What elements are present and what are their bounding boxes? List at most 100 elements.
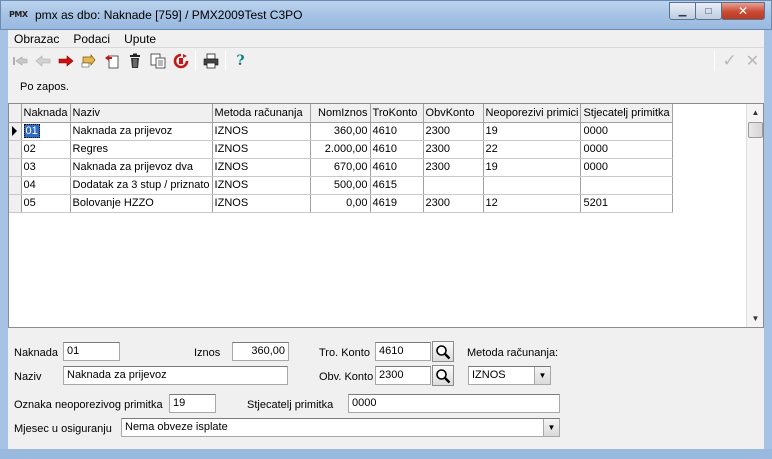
metoda-select[interactable]: IZNOS ▼ [468,366,551,385]
cell-obvkonto[interactable]: 2300 [423,158,484,177]
oznaka-field[interactable]: 19 [169,394,216,413]
cell-neoporezivi[interactable]: 22 [483,140,582,159]
obv-konto-search-icon[interactable] [432,365,454,386]
table-row[interactable]: 04 Dodatak za 3 stup / priznato IZNOS 50… [9,176,673,195]
cell-trokonto[interactable]: 4619 [370,194,424,213]
cell-naknada[interactable]: 05 [21,194,71,213]
cell-metoda[interactable]: IZNOS [212,158,311,177]
naziv-field[interactable]: Naknada za prijevoz [63,366,288,385]
obv-konto-field[interactable]: 2300 [375,366,431,385]
scroll-down-arrow-icon[interactable]: ▼ [747,310,763,327]
help-icon[interactable]: ? [229,50,252,72]
cell-metoda[interactable]: IZNOS [212,194,311,213]
naknada-field[interactable]: 01 [63,342,120,361]
cell-stjecatelj[interactable]: 5201 [580,194,673,213]
menu-obrazac[interactable]: Obrazac [8,32,66,46]
cell-nomiznos[interactable]: 500,00 [310,176,371,195]
cell-naziv[interactable]: Regres [70,140,213,159]
cell-naziv[interactable]: Naknada za prijevoz dva [70,158,213,177]
cell-metoda[interactable]: IZNOS [212,122,311,141]
cell-trokonto[interactable]: 4610 [370,158,424,177]
cell-naziv[interactable]: Bolovanje HZZO [70,194,213,213]
table-row[interactable]: 05 Bolovanje HZZO IZNOS 0,00 4619 2300 1… [9,194,673,213]
minimize-button[interactable]: ▁ [669,2,696,20]
col-header-naziv[interactable]: Naziv [70,104,213,123]
cell-metoda[interactable]: IZNOS [212,176,311,195]
cell-stjecatelj[interactable]: 0000 [580,158,673,177]
col-header-stjecatelj[interactable]: Stjecatelj primitka [580,104,673,123]
cell-naknada[interactable]: 01 [21,122,71,141]
close-button[interactable]: ✕ [721,2,765,20]
col-header-trokonto[interactable]: TroKonto [370,104,424,123]
metoda-select-value: IZNOS [472,369,506,381]
scroll-thumb[interactable] [748,122,763,138]
cell-metoda[interactable]: IZNOS [212,140,311,159]
window-frame-left [0,30,8,449]
new-icon[interactable] [100,50,123,72]
cell-trokonto[interactable]: 4610 [370,122,424,141]
col-header-neoporezivi[interactable]: Neoporezivi primici [483,104,582,123]
help-glyph: ? [236,53,245,69]
grid-vertical-scrollbar[interactable]: ▲ ▼ [746,104,763,327]
cell-neoporezivi[interactable]: 12 [483,194,582,213]
col-header-metoda[interactable]: Metoda računanja [212,104,311,123]
col-header-naknada[interactable]: Naknada [21,104,71,123]
cell-obvkonto[interactable]: 2300 [423,140,484,159]
stjecatelj-field[interactable]: 0000 [348,394,560,413]
chevron-down-icon[interactable]: ▼ [534,367,550,384]
maximize-button[interactable]: □ [695,2,722,20]
delete-icon[interactable] [123,50,146,72]
tro-konto-search-icon[interactable] [432,341,454,362]
cell-trokonto[interactable]: 4615 [370,176,424,195]
cell-nomiznos[interactable]: 360,00 [310,122,371,141]
iznos-field[interactable]: 360,00 [232,342,289,361]
scroll-up-arrow-icon[interactable]: ▲ [747,104,763,121]
cell-naknada[interactable]: 02 [21,140,71,159]
window-title: pmx as dbo: Naknade [759] / PMX2009Test … [35,8,303,22]
first-icon[interactable] [8,50,31,72]
cancel-icon[interactable]: ✕ [741,50,764,72]
prev-icon[interactable] [31,50,54,72]
cell-neoporezivi[interactable]: 19 [483,122,582,141]
copy-icon[interactable] [146,50,169,72]
cell-stjecatelj[interactable]: 0000 [580,122,673,141]
col-header-nomiznos[interactable]: NomIznos [310,104,371,123]
cell-naziv[interactable]: Dodatak za 3 stup / priznato [70,176,213,195]
tro-konto-field[interactable]: 4610 [375,342,431,361]
print-icon[interactable] [199,50,222,72]
table-row[interactable]: 02 Regres IZNOS 2.000,00 4610 2300 22 00… [9,140,673,159]
cell-obvkonto[interactable]: 2300 [423,122,484,141]
toolbar-separator [714,51,715,71]
table-row[interactable]: 01 Naknada za prijevoz IZNOS 360,00 4610… [9,122,673,141]
mjesec-select[interactable]: Nema obveze isplate ▼ [121,418,560,437]
cell-obvkonto[interactable] [423,176,484,195]
cell-neoporezivi[interactable]: 19 [483,158,582,177]
selected-cell-text: 01 [23,124,40,138]
col-header-obvkonto[interactable]: ObvKonto [423,104,484,123]
cell-naknada[interactable]: 03 [21,158,71,177]
menu-podaci[interactable]: Podaci [66,32,117,46]
refresh-icon[interactable] [169,50,192,72]
cell-obvkonto[interactable]: 2300 [423,194,484,213]
cell-stjecatelj[interactable]: 0000 [580,140,673,159]
tro-konto-label: Tro. Konto [319,347,370,359]
row-indicator-header [9,104,22,123]
cell-naknada[interactable]: 04 [21,176,71,195]
cell-nomiznos[interactable]: 2.000,00 [310,140,371,159]
cell-naziv[interactable]: Naknada za prijevoz [70,122,213,141]
chevron-down-icon[interactable]: ▼ [543,419,559,436]
cell-trokonto[interactable]: 4610 [370,140,424,159]
data-grid[interactable]: Naknada Naziv Metoda računanja NomIznos … [8,103,764,328]
cell-nomiznos[interactable]: 0,00 [310,194,371,213]
cell-neoporezivi[interactable] [483,176,582,195]
menu-upute[interactable]: Upute [117,32,163,46]
table-row[interactable]: 03 Naknada za prijevoz dva IZNOS 670,00 … [9,158,673,177]
iznos-label: Iznos [194,347,221,359]
cell-stjecatelj[interactable] [580,176,673,195]
last-icon[interactable] [77,50,100,72]
window-controls: ▁ □ ✕ [669,2,765,20]
next-icon[interactable] [54,50,77,72]
row-indicator [9,176,22,195]
cell-nomiznos[interactable]: 670,00 [310,158,371,177]
confirm-icon[interactable]: ✓ [718,50,741,72]
